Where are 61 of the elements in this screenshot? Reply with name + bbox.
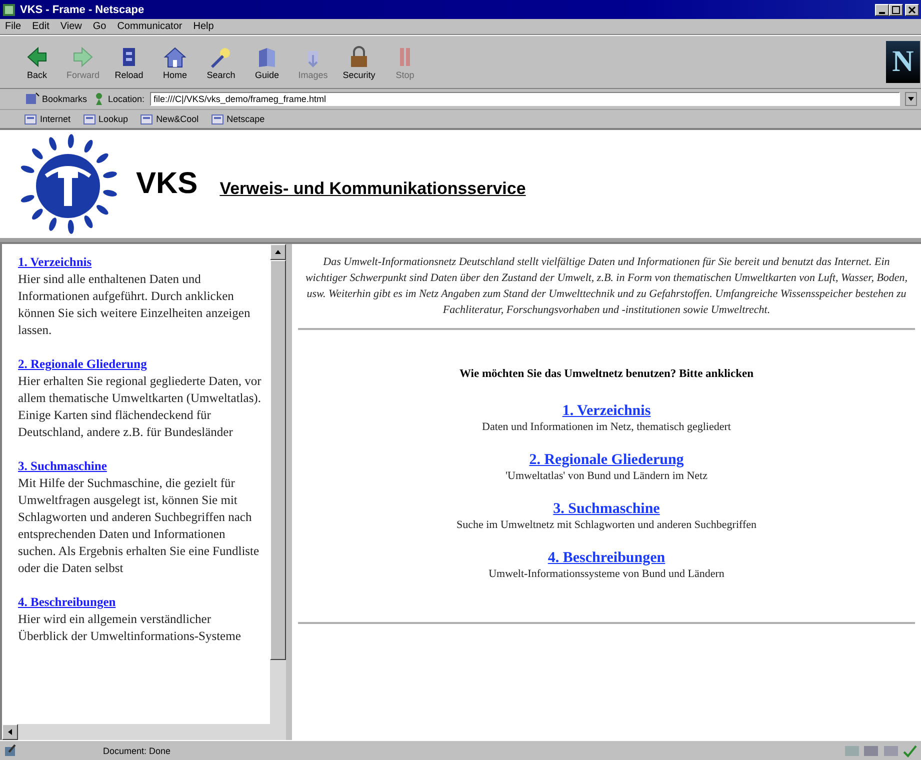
menu-item[interactable]: Edit <box>31 21 50 32</box>
toolbar-button[interactable]: Home <box>152 42 198 82</box>
link-description: Suche im Umweltnetz mit Schlagworten und anderen Suchbegriffen <box>455 519 758 531</box>
section-link[interactable]: 2. Regionale Gliederung <box>18 357 147 371</box>
window-icon <box>2 2 16 16</box>
toolbar-button[interactable]: Search <box>198 42 244 82</box>
site-acronym: VKS <box>136 167 198 201</box>
menu-item[interactable]: View <box>59 21 83 32</box>
menu-item[interactable]: Communicator <box>116 21 184 32</box>
toolbar-button[interactable]: Reload <box>106 42 152 82</box>
window-title: VKS - Frame - Netscape <box>20 4 144 16</box>
up-arrow-icon <box>274 249 282 255</box>
menu-item[interactable]: Help <box>192 21 215 32</box>
link-description: Daten und Informationen im Netz, thematisch gegliedert <box>481 421 732 433</box>
section-description: Hier erhalten Sie regional gegliederte Daten, vor allem thematische Umweltkarten (Umweltatlas). Einige Karten sind flächendeckend für Deutschland, andere z.B. für Bundesländer <box>18 373 262 441</box>
toolbar-button[interactable]: Back <box>14 42 60 82</box>
bookmark-link[interactable]: Netscape <box>226 114 265 124</box>
link-description: 'Umweltatlas' von Bund und Ländern im Netz <box>504 470 708 482</box>
status-text: Document: Done <box>103 746 171 756</box>
page-icon <box>140 112 154 126</box>
house-icon <box>162 44 188 68</box>
vertical-scrollbar[interactable] <box>270 244 286 724</box>
minimize-button[interactable] <box>875 4 889 16</box>
bookmark-link[interactable]: New&Cool <box>156 114 199 124</box>
navigation-link[interactable]: 2. Regionale Gliederung <box>529 452 684 468</box>
horizontal-scrollbar[interactable] <box>2 724 286 740</box>
browser-logo: N <box>886 41 920 83</box>
location-label: Location: <box>108 94 145 104</box>
section-description: Mit Hilfe der Suchmaschine, die gezielt für Umweltfragen ausgelegt ist, können Sie mit Schlagworten und anderen Suchbegriffen nach entsprechenden Daten und Informationen suchen. Als Ergebnis erhalten Sie eine Fundliste oder die Daten selbst <box>18 475 260 577</box>
dropdown-icon <box>905 92 917 106</box>
maximize-button[interactable] <box>889 4 903 16</box>
navigation-link[interactable]: 4. Beschreibungen <box>548 550 666 566</box>
navigation-link[interactable]: 1. Verzeichnis <box>562 403 651 419</box>
section-description: Hier wird ein allgemein verständlicher Überblick der Umweltinformations-Systeme <box>18 611 242 645</box>
section-link[interactable]: 3. Suchmaschine <box>18 459 107 473</box>
bookmark-link[interactable]: Lookup <box>98 114 128 124</box>
navigation-link[interactable]: 3. Suchmaschine <box>553 501 660 517</box>
left-arrow-icon <box>7 728 13 736</box>
toolbar-button[interactable]: Guide <box>244 42 290 82</box>
toolbar-button[interactable]: Security <box>336 42 382 82</box>
menu-item[interactable]: Go <box>92 21 108 32</box>
location-field[interactable]: file:///C|/VKS/vks_demo/frameg_frame.html <box>150 92 900 106</box>
close-button[interactable] <box>905 4 919 16</box>
question-text: Wie möchten Sie das Umweltnetz benutzen? Bitte anklicken <box>458 368 754 380</box>
page-icon <box>210 112 224 126</box>
bookmark-link[interactable]: Internet <box>40 114 71 124</box>
link-description: Umwelt-Informationssysteme von Bund und Ländern <box>488 568 726 580</box>
section-link[interactable]: 1. Verzeichnis <box>18 255 92 269</box>
close-icon <box>908 6 916 14</box>
menu-item[interactable]: File <box>4 21 22 32</box>
bookmarks-button[interactable]: Bookmarks <box>42 94 88 104</box>
section-description: Hier sind alle enthaltenen Daten und Informationen aufgeführt. Durch anklicken können Sie sich weitere Einzelheiten anzeigen lassen. <box>18 271 252 339</box>
maximize-icon <box>892 6 900 14</box>
page-icon <box>24 112 37 126</box>
page-icon <box>82 112 96 126</box>
section-link[interactable]: 4. Beschreibungen <box>18 595 116 609</box>
intro-paragraph: Das Umwelt-Informationsnetz Deutschland stellt vielfältige Daten und Informationen für Sie bereit und benutzt das Internet. Ein wichtiger Schwerpunkt sind Daten über den Zustand der Umwelt, z.B. in Form von thematischen Umweltkarten von Luft, Wasser, Boden, usw. Weiterhin gibt es im Netz Angaben zum Stand der Umwelttechnik und zu Gefahrstoffen. Umfangreiche Wissensspeicher bestehen zu Fachliteratur, Forschungsvorhaben und -institutionen sowie Umweltrecht. <box>304 255 909 318</box>
bookmark-icon <box>24 91 40 107</box>
connection-icon <box>3 743 17 758</box>
site-title: Verweis- und Kommunikationsservice <box>220 179 526 199</box>
minimize-icon <box>879 12 885 14</box>
